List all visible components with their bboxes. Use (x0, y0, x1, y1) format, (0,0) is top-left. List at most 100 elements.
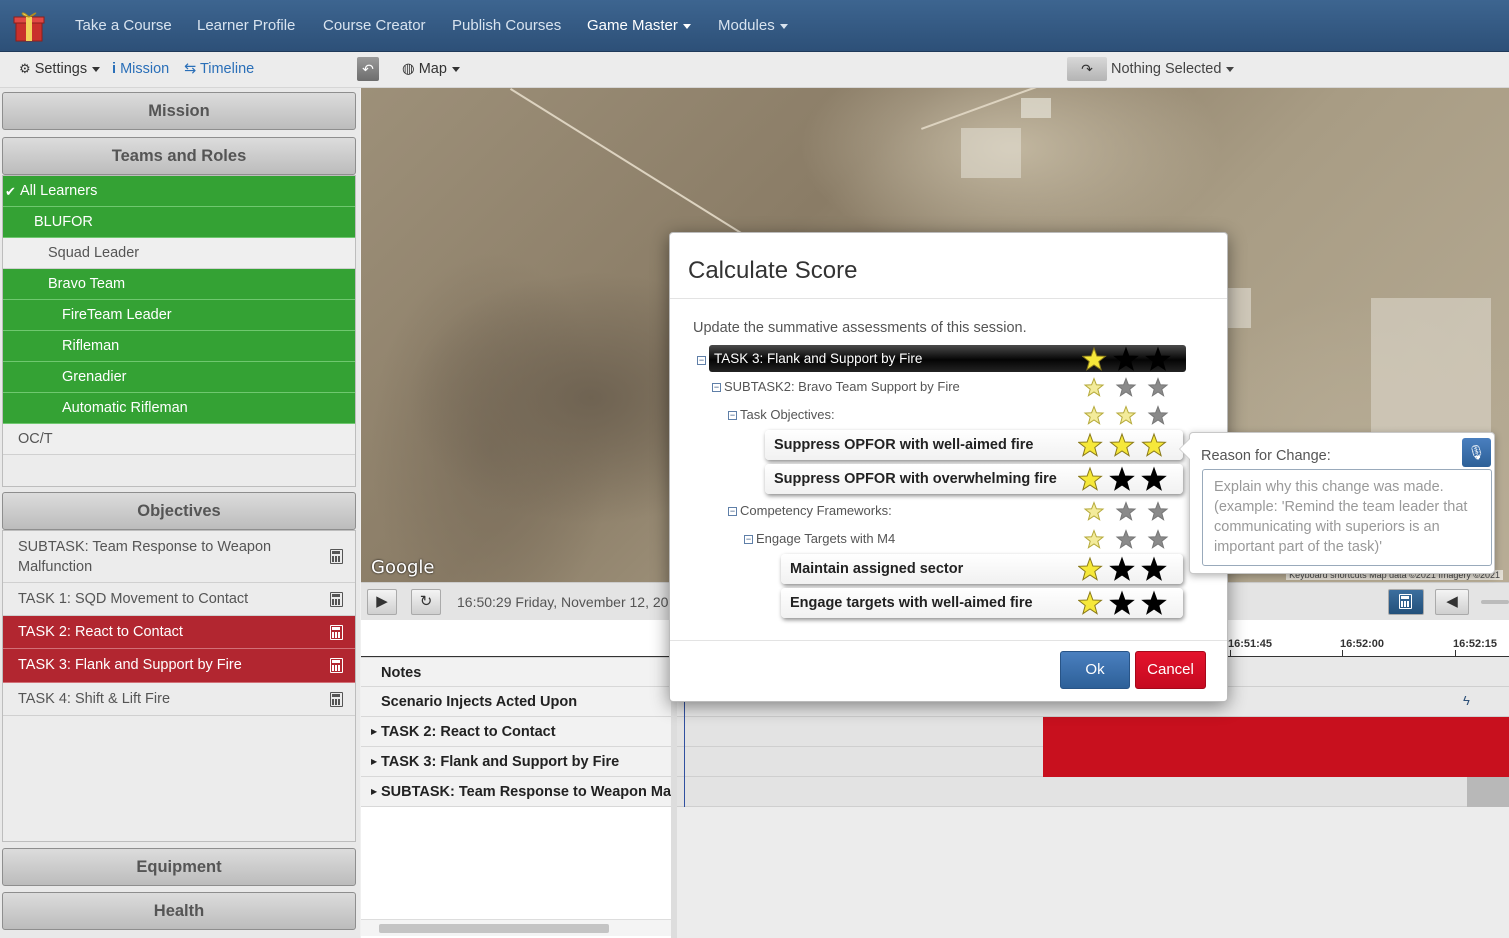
timeline-event-bar[interactable] (1043, 717, 1509, 747)
star-filled-icon[interactable] (1083, 377, 1105, 397)
health-section-header[interactable]: Health (2, 892, 356, 930)
star-filled-icon[interactable] (1082, 346, 1107, 371)
objective-row-task-4[interactable]: TASK 4: Shift & Lift Fire (3, 683, 355, 716)
calculator-icon[interactable] (330, 549, 343, 564)
mission-link[interactable]: i Mission (112, 61, 169, 77)
team-row-automatic-rifleman[interactable]: Automatic Rifleman (3, 393, 355, 424)
star-empty-icon[interactable] (1115, 377, 1137, 397)
collapse-left-button[interactable]: ↶ (357, 57, 379, 81)
task-objectives-star-rating[interactable] (1082, 404, 1178, 426)
star-filled-icon[interactable] (1141, 432, 1167, 457)
star-filled-icon[interactable] (1078, 590, 1103, 615)
objective-row-subtask-weapon-malfunction[interactable]: SUBTASK: Team Response to Weapon Malfunc… (3, 531, 355, 583)
star-empty-icon[interactable] (1115, 529, 1137, 549)
gift-logo-icon[interactable] (12, 9, 46, 43)
star-filled-icon[interactable] (1078, 432, 1103, 457)
star-filled-icon[interactable] (1083, 529, 1105, 549)
task-star-rating[interactable] (1082, 346, 1178, 372)
objective-row-task-2[interactable]: TASK 2: React to Contact (3, 616, 355, 649)
lightning-icon[interactable]: ϟ (1463, 693, 1470, 708)
subtask-row[interactable]: − SUBTASK2: Bravo Team Support by Fire (712, 379, 960, 394)
engage-star-rating[interactable] (1082, 528, 1178, 550)
competency-item-star-rating[interactable] (1078, 590, 1178, 617)
star-empty-icon[interactable] (1147, 405, 1169, 425)
scrollbar-thumb[interactable] (379, 924, 609, 933)
star-empty-icon[interactable] (1141, 556, 1167, 581)
calculator-icon[interactable] (330, 658, 343, 673)
mute-button[interactable]: ◀ (1435, 589, 1469, 615)
timeline-track-task-2[interactable] (677, 717, 1509, 747)
nav-publish-courses[interactable]: Publish Courses (452, 17, 561, 34)
collapse-right-button[interactable]: ↷ (1067, 57, 1107, 81)
objective-row-task-1[interactable]: TASK 1: SQD Movement to Contact (3, 583, 355, 616)
star-empty-icon[interactable] (1147, 529, 1169, 549)
star-filled-icon[interactable] (1083, 501, 1105, 521)
settings-menu[interactable]: ⚙ Settings (19, 61, 101, 77)
star-empty-icon[interactable] (1141, 466, 1167, 491)
calculator-button[interactable] (1388, 589, 1424, 615)
star-empty-icon[interactable] (1141, 590, 1167, 615)
calculator-icon[interactable] (330, 625, 343, 640)
nav-learner-profile[interactable]: Learner Profile (197, 17, 295, 34)
play-button[interactable]: ▶ (367, 589, 397, 615)
ok-button[interactable]: Ok (1060, 651, 1130, 689)
calculator-icon[interactable] (330, 692, 343, 707)
nav-game-master[interactable]: Game Master (587, 17, 691, 34)
map-menu[interactable]: ◍ Map (402, 61, 460, 77)
reason-textarea[interactable] (1202, 469, 1492, 566)
volume-slider[interactable] (1481, 600, 1509, 604)
microphone-button[interactable]: 🎙 (1462, 438, 1491, 467)
timeline-row-subtask[interactable]: ▶SUBTASK: Team Response to Weapon Malfun… (361, 777, 671, 807)
star-empty-icon[interactable] (1109, 556, 1135, 581)
nav-take-a-course[interactable]: Take a Course (75, 17, 172, 34)
star-filled-icon[interactable] (1078, 466, 1103, 491)
team-row-all-learners[interactable]: ✔ All Learners (3, 176, 355, 207)
objective-star-rating[interactable] (1078, 432, 1178, 459)
horizontal-scrollbar[interactable] (361, 919, 671, 936)
timeline-link[interactable]: ⇆ Timeline (184, 61, 254, 77)
objective-star-rating[interactable] (1078, 466, 1178, 493)
objectives-section-header[interactable]: Objectives (2, 492, 356, 530)
collapse-task-toggle[interactable]: − (697, 352, 709, 367)
selection-menu[interactable]: Nothing Selected (1111, 61, 1235, 77)
teams-section-header[interactable]: Teams and Roles (2, 137, 356, 175)
nav-course-creator[interactable]: Course Creator (323, 17, 426, 34)
objective-row-task-3[interactable]: TASK 3: Flank and Support by Fire (3, 649, 355, 683)
team-row-oct[interactable]: OC/T (3, 424, 355, 455)
star-empty-icon[interactable] (1109, 590, 1135, 615)
star-empty-icon[interactable] (1113, 346, 1139, 371)
star-empty-icon[interactable] (1147, 377, 1169, 397)
timeline-row-scenario-injects[interactable]: Scenario Injects Acted Upon (361, 687, 671, 717)
star-filled-icon[interactable] (1115, 405, 1137, 425)
star-empty-icon[interactable] (1109, 466, 1135, 491)
timeline-track-subtask[interactable] (677, 777, 1509, 807)
timeline-row-task-2[interactable]: ▶ TASK 2: React to Contact (361, 717, 671, 747)
team-row-bravo-team[interactable]: Bravo Team (3, 269, 355, 300)
team-row-fireteam-leader[interactable]: FireTeam Leader (3, 300, 355, 331)
competency-item-star-rating[interactable] (1078, 556, 1178, 583)
star-empty-icon[interactable] (1147, 501, 1169, 521)
engage-targets-row[interactable]: − Engage Targets with M4 (744, 531, 895, 546)
competency-star-rating[interactable] (1082, 500, 1178, 522)
timeline-event-bar[interactable] (1467, 777, 1509, 807)
star-empty-icon[interactable] (1115, 501, 1137, 521)
team-row-grenadier[interactable]: Grenadier (3, 362, 355, 393)
star-empty-icon[interactable] (1145, 346, 1171, 371)
nav-modules[interactable]: Modules (718, 17, 788, 34)
calculator-icon[interactable] (330, 592, 343, 607)
star-filled-icon[interactable] (1083, 405, 1105, 425)
competency-frameworks-row[interactable]: − Competency Frameworks: (728, 503, 892, 518)
timeline-row-notes[interactable]: Notes (361, 657, 671, 687)
refresh-button[interactable]: ↻ (411, 589, 441, 615)
timeline-row-task-3[interactable]: ▶ TASK 3: Flank and Support by Fire (361, 747, 671, 777)
subtask-star-rating[interactable] (1082, 376, 1178, 398)
team-row-rifleman[interactable]: Rifleman (3, 331, 355, 362)
timeline-track-task-3[interactable] (677, 747, 1509, 777)
task-objectives-row[interactable]: − Task Objectives: (728, 407, 835, 422)
team-row-squad-leader[interactable]: Squad Leader (3, 238, 355, 269)
star-filled-icon[interactable] (1078, 556, 1103, 581)
star-filled-icon[interactable] (1109, 432, 1135, 457)
timeline-event-bar[interactable] (1043, 747, 1509, 777)
mission-section-header[interactable]: Mission (2, 92, 356, 130)
cancel-button[interactable]: Cancel (1135, 651, 1206, 689)
